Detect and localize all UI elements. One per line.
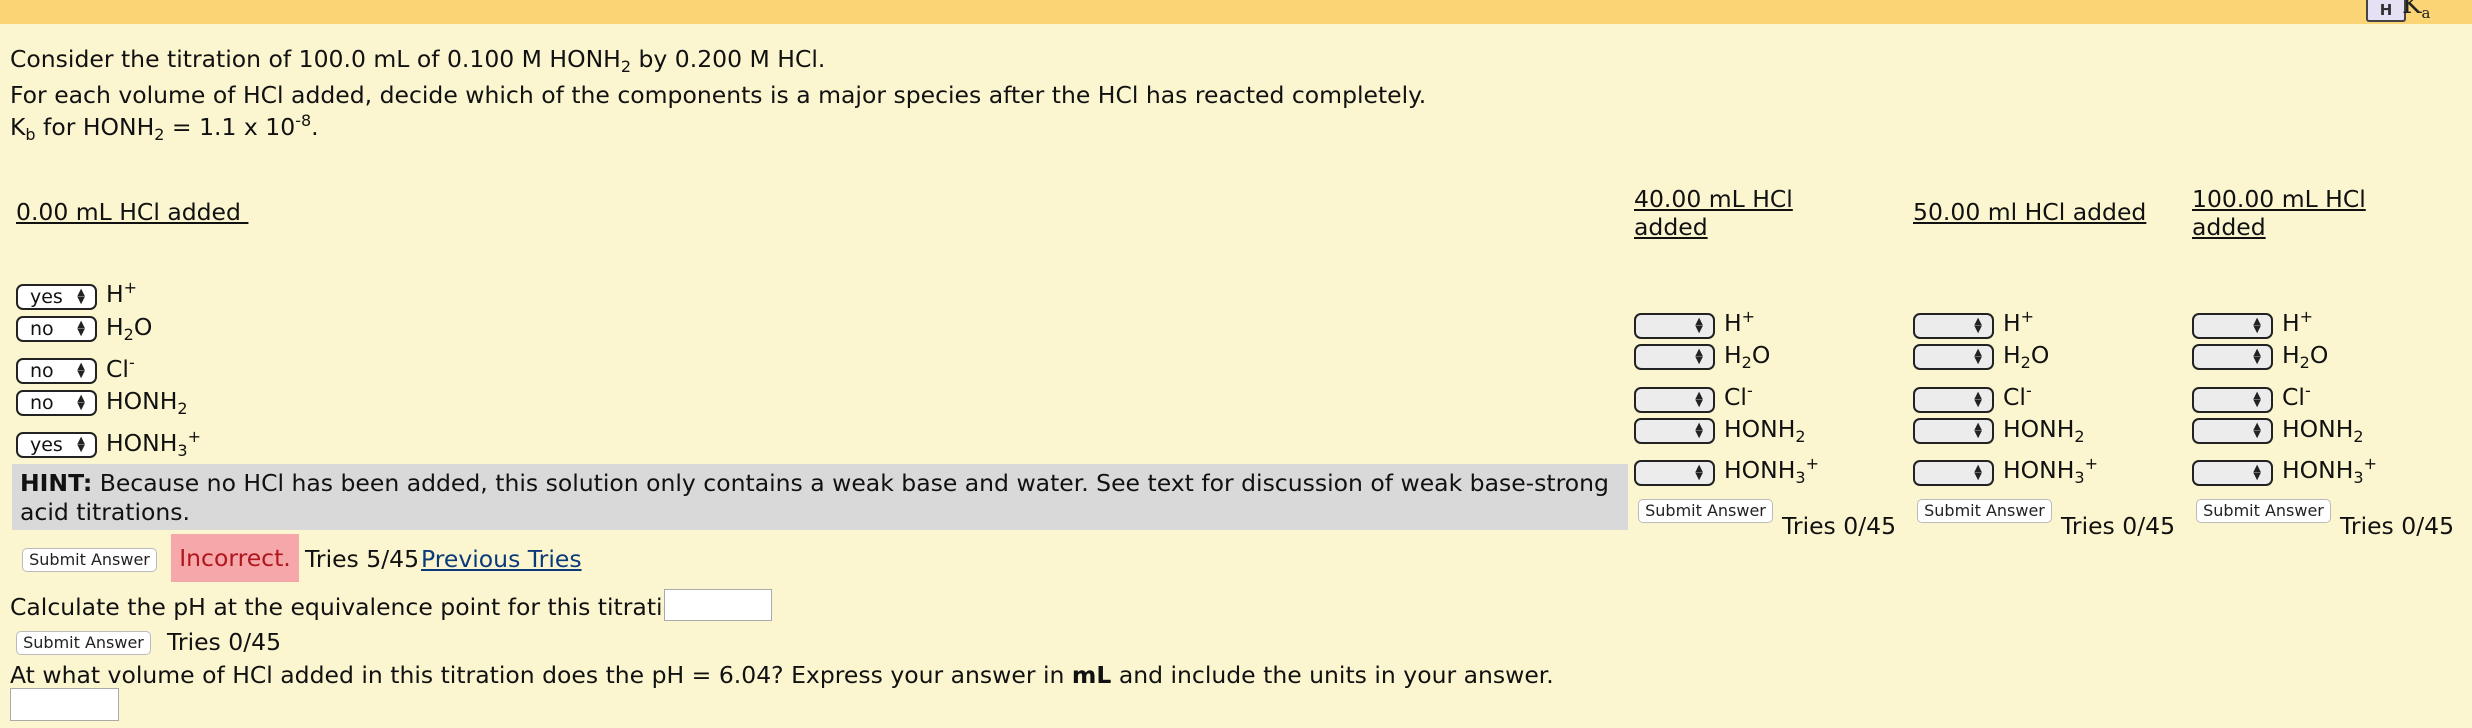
ph-input[interactable] (664, 589, 772, 621)
species-water: H2O (2003, 341, 2050, 372)
species-water: H2O (106, 313, 153, 344)
species-honh3-plus: HONH3+ (2003, 454, 2099, 487)
ka-tool-label[interactable]: Ka (2402, 0, 2430, 21)
problem-line-3: Kb for HONH2 = 1.1 x 10-8. (10, 111, 319, 144)
select-honh3-40ml[interactable]: ▲ ▼ (1634, 460, 1715, 486)
tries-40ml: Tries 0/45 (1782, 512, 1897, 540)
species-chloride: Cl- (106, 353, 135, 384)
species-honh2: HONH2 (106, 387, 188, 418)
tries-100ml: Tries 0/45 (2340, 512, 2455, 540)
species-honh3-plus: HONH3+ (1724, 454, 1820, 487)
column-heading-0ml: 0.00 mL HCl added (16, 198, 249, 226)
species-honh2: HONH2 (2003, 415, 2085, 446)
column-heading-40ml: 40.00 mL HCl added (1634, 185, 1793, 241)
column-heading-50ml: 50.00 ml HCl added (1913, 198, 2147, 226)
select-chloride-50ml[interactable]: ▲ ▼ (1913, 387, 1994, 413)
species-chloride: Cl- (2003, 381, 2032, 412)
top-bar (0, 0, 2472, 24)
select-honh2-50ml[interactable]: ▲ ▼ (1913, 418, 1994, 444)
select-honh3-50ml[interactable]: ▲ ▼ (1913, 460, 1994, 486)
q2-text: Calculate the pH at the equivalence poin… (10, 593, 700, 621)
species-chloride: Cl- (2282, 381, 2311, 412)
incorrect-badge: Incorrect. (171, 534, 299, 582)
species-water: H2O (1724, 341, 1771, 372)
species-h-plus: H+ (106, 278, 138, 309)
previous-tries-link[interactable]: Previous Tries (421, 545, 582, 573)
tries-50ml: Tries 0/45 (2061, 512, 2176, 540)
select-h-plus-0ml[interactable]: yes ▲ ▼ (16, 284, 97, 310)
species-honh2: HONH2 (2282, 415, 2364, 446)
select-chloride-100ml[interactable]: ▲ ▼ (2192, 387, 2273, 413)
select-h-plus-40ml[interactable]: ▲ ▼ (1634, 313, 1715, 339)
species-h-plus: H+ (1724, 307, 1756, 338)
select-h-plus-50ml[interactable]: ▲ ▼ (1913, 313, 1994, 339)
select-water-0ml[interactable]: no ▲ ▼ (16, 316, 97, 342)
submit-button-ph[interactable]: Submit Answer (16, 631, 151, 655)
species-h-plus: H+ (2282, 307, 2314, 338)
species-h-plus: H+ (2003, 307, 2035, 338)
species-chloride: Cl- (1724, 381, 1753, 412)
select-water-40ml[interactable]: ▲ ▼ (1634, 344, 1715, 370)
tries-ph: Tries 0/45 (167, 628, 282, 656)
select-water-50ml[interactable]: ▲ ▼ (1913, 344, 1994, 370)
hint-box: HINT: Because no HCl has been added, thi… (12, 464, 1628, 530)
problem-line-2: For each volume of HCl added, decide whi… (10, 81, 1427, 109)
select-honh2-100ml[interactable]: ▲ ▼ (2192, 418, 2273, 444)
column-heading-100ml: 100.00 mL HCl added (2192, 185, 2366, 241)
volume-input[interactable] (10, 688, 119, 721)
select-h-plus-100ml[interactable]: ▲ ▼ (2192, 313, 2273, 339)
species-honh2: HONH2 (1724, 415, 1806, 446)
select-water-100ml[interactable]: ▲ ▼ (2192, 344, 2273, 370)
q3-text: At what volume of HCl added in this titr… (10, 661, 1554, 689)
select-honh3-0ml[interactable]: yes ▲ ▼ (16, 432, 97, 458)
submit-button-40ml[interactable]: Submit Answer (1638, 499, 1773, 523)
select-honh2-40ml[interactable]: ▲ ▼ (1634, 418, 1715, 444)
tries-0ml: Tries 5/45 (305, 545, 420, 573)
submit-button-0ml[interactable]: Submit Answer (22, 548, 157, 572)
submit-button-100ml[interactable]: Submit Answer (2196, 499, 2331, 523)
select-chloride-40ml[interactable]: ▲ ▼ (1634, 387, 1715, 413)
species-honh3-plus: HONH3+ (2282, 454, 2378, 487)
submit-button-50ml[interactable]: Submit Answer (1917, 499, 2052, 523)
problem-line-1: Consider the titration of 100.0 mL of 0.… (10, 45, 826, 76)
ka-tool-icon[interactable]: H (2366, 0, 2406, 22)
species-honh3-plus: HONH3+ (106, 427, 202, 460)
species-water: H2O (2282, 341, 2329, 372)
select-chloride-0ml[interactable]: no ▲ ▼ (16, 358, 97, 384)
select-honh2-0ml[interactable]: no ▲ ▼ (16, 390, 97, 416)
select-honh3-100ml[interactable]: ▲ ▼ (2192, 460, 2273, 486)
